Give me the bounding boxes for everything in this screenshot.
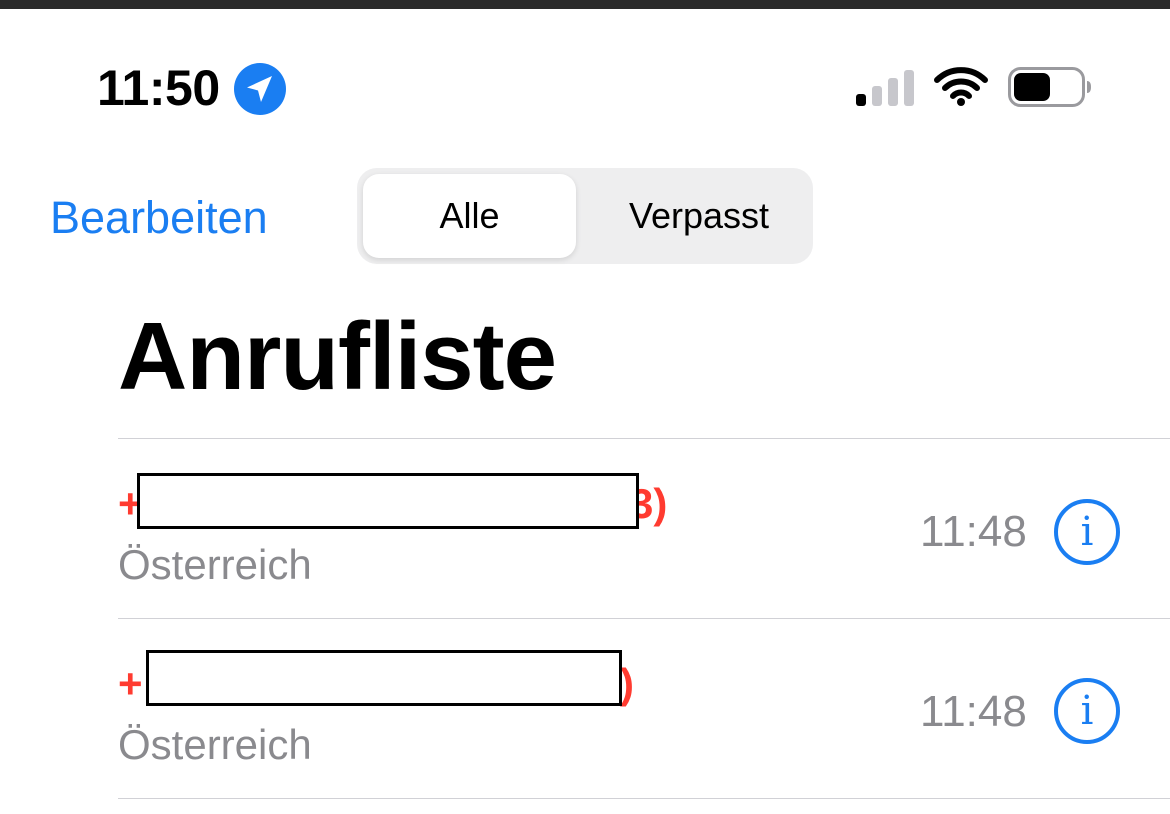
segment-all[interactable]: Alle xyxy=(363,174,576,258)
cellular-signal-icon xyxy=(856,68,914,106)
segment-missed[interactable]: Verpasst xyxy=(589,174,809,258)
redacted-caller-number xyxy=(137,473,639,529)
location-arrow-icon xyxy=(234,63,286,115)
info-icon: i xyxy=(1080,509,1094,555)
call-row[interactable]: + ) Österreich 11:48 i xyxy=(0,619,1170,799)
battery-icon xyxy=(1008,67,1091,107)
call-row[interactable]: + 3) Österreich 11:48 i xyxy=(0,439,1170,619)
call-time: 11:48 xyxy=(920,687,1027,736)
info-button[interactable]: i xyxy=(1054,678,1120,744)
info-icon: i xyxy=(1080,688,1094,734)
info-button[interactable]: i xyxy=(1054,499,1120,565)
wifi-icon xyxy=(934,67,988,106)
caller-prefix: + xyxy=(118,660,143,707)
list-divider xyxy=(118,798,1170,799)
page-title: Anrufliste xyxy=(118,303,557,410)
status-time: 11:50 xyxy=(97,60,220,116)
segmented-control: Alle Verpasst xyxy=(357,168,813,264)
call-time: 11:48 xyxy=(920,507,1027,556)
caller-location: Österreich xyxy=(118,721,312,768)
caller-suffix: ) xyxy=(620,660,634,707)
edit-button[interactable]: Bearbeiten xyxy=(50,190,268,246)
redacted-caller-number xyxy=(146,650,622,706)
caller-location: Österreich xyxy=(118,541,312,588)
top-edge-bar xyxy=(0,0,1170,9)
